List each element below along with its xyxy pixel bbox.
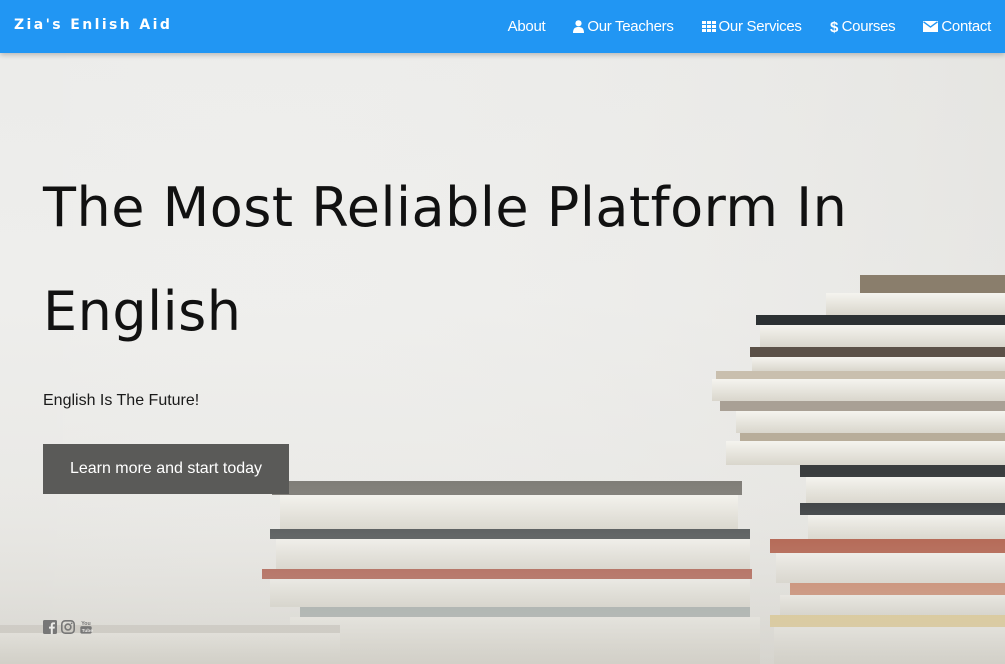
dollar-icon: $ xyxy=(830,19,839,34)
page: Zia's Enlish Aid About Our Teachers Our … xyxy=(0,0,1005,664)
nav-link-our-teachers[interactable]: Our Teachers xyxy=(573,18,674,35)
nav-link-courses[interactable]: $ Courses xyxy=(830,18,896,35)
nav-link-label: Our Teachers xyxy=(587,18,674,35)
svg-text:You: You xyxy=(81,621,91,627)
hero-section: The Most Reliable Platform In English En… xyxy=(0,53,1005,664)
nav-link-about[interactable]: About xyxy=(508,18,546,35)
brand-logo-link[interactable]: Zia's Enlish Aid xyxy=(14,17,172,33)
user-icon xyxy=(573,20,585,33)
learn-more-button[interactable]: Learn more and start today xyxy=(43,444,289,494)
envelope-icon xyxy=(923,21,939,32)
nav-link-contact[interactable]: Contact xyxy=(923,18,991,35)
grid-icon xyxy=(701,21,716,32)
svg-text:$: $ xyxy=(830,19,839,34)
hero-title: The Most Reliable Platform In English xyxy=(43,176,848,343)
hero-subtitle: English Is The Future! xyxy=(43,392,200,409)
nav-links: About Our Teachers Our Services $ Course… xyxy=(508,0,992,53)
nav-link-our-services[interactable]: Our Services xyxy=(701,18,802,35)
social-links: You Tube xyxy=(43,620,93,634)
nav-link-label: Courses xyxy=(841,18,896,35)
top-navbar: Zia's Enlish Aid About Our Teachers Our … xyxy=(0,0,1005,53)
youtube-icon[interactable]: You Tube xyxy=(79,620,93,634)
nav-link-label: Contact xyxy=(941,18,991,35)
facebook-icon[interactable] xyxy=(43,620,57,634)
nav-link-label: About xyxy=(507,18,546,35)
instagram-icon[interactable] xyxy=(61,620,75,634)
nav-link-label: Our Services xyxy=(718,18,802,35)
svg-text:Tube: Tube xyxy=(82,628,93,634)
